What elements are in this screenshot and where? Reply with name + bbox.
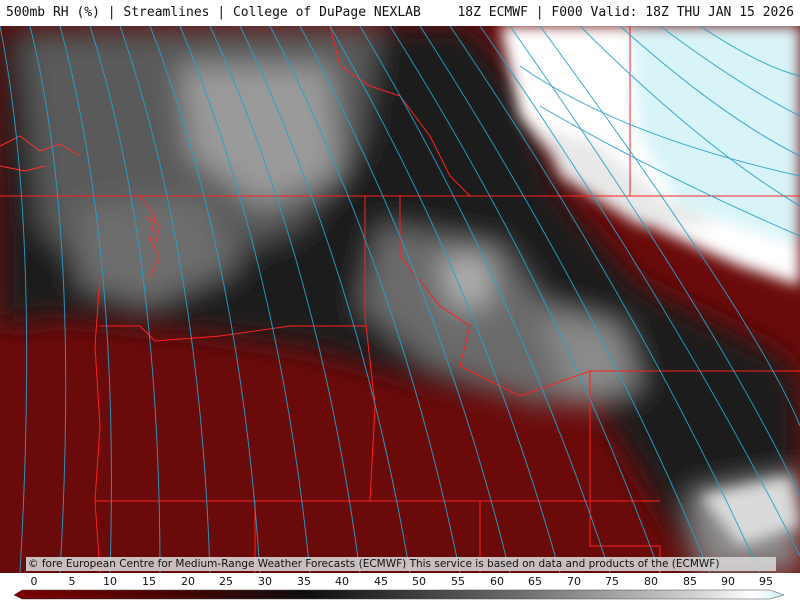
colorbar-label: 10 xyxy=(103,575,117,588)
colorbar-label: 85 xyxy=(683,575,697,588)
colorbar-label: 75 xyxy=(605,575,619,588)
colorbar-label: 25 xyxy=(219,575,233,588)
colorbar-label: 40 xyxy=(335,575,349,588)
colorbar-label: 80 xyxy=(644,575,658,588)
colorbar-label: 95 xyxy=(759,575,773,588)
colorbar: 0 5 10 15 20 25 30 35 40 45 50 55 60 65 … xyxy=(0,573,800,600)
colorbar-label: 5 xyxy=(68,575,76,588)
colorbar-label: 35 xyxy=(297,575,311,588)
root: 500mb RH (%) | Streamlines | College of … xyxy=(0,0,800,600)
colorbar-label: 0 xyxy=(30,575,38,588)
map-title: 500mb RH (%) | Streamlines | College of … xyxy=(6,5,421,20)
colorbar-label: 45 xyxy=(374,575,388,588)
ecmwf-credit: © fore European Centre for Medium-Range … xyxy=(26,557,776,571)
colorbar-label: 70 xyxy=(567,575,581,588)
title-bar: 500mb RH (%) | Streamlines | College of … xyxy=(0,0,800,26)
colorbar-label: 20 xyxy=(181,575,195,588)
colorbar-label: 15 xyxy=(142,575,156,588)
colorbar-label: 30 xyxy=(258,575,272,588)
model-run-valid-time: 18Z ECMWF | F000 Valid: 18Z THU JAN 15 2… xyxy=(457,5,794,20)
colorbar-label: 50 xyxy=(412,575,426,588)
colorbar-label: 90 xyxy=(721,575,735,588)
colorbar-label: 65 xyxy=(528,575,542,588)
colorbar-label: 55 xyxy=(451,575,465,588)
colorbar-label: 60 xyxy=(490,575,504,588)
colorbar-ramp xyxy=(13,589,785,600)
rh-streamline-map xyxy=(0,26,800,573)
